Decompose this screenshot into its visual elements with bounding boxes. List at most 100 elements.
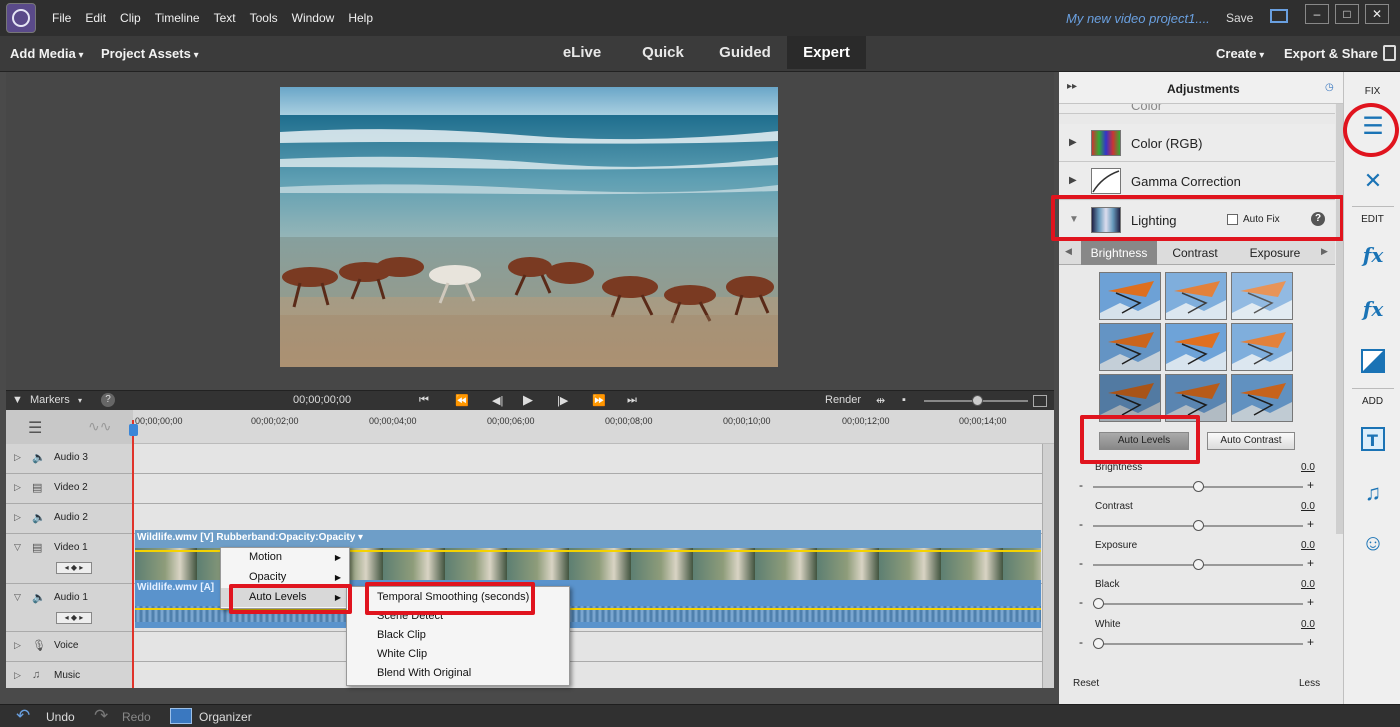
collapse-icon[interactable]: ▼ xyxy=(12,394,23,406)
menu-item-opacity[interactable]: Opacity ▶ xyxy=(221,568,349,587)
menu-item-auto-levels[interactable]: Auto Levels ▶ xyxy=(221,588,349,607)
slider-track[interactable] xyxy=(1093,598,1303,609)
keyframe-nav[interactable]: ◂ ◆ ▸ xyxy=(56,562,92,574)
transitions-icon[interactable] xyxy=(1358,348,1388,378)
menu-file[interactable]: File xyxy=(52,11,71,25)
decrease-icon[interactable]: - xyxy=(1079,517,1083,531)
applied-effects-icon[interactable]: fx xyxy=(1358,240,1388,270)
reset-button[interactable]: Reset xyxy=(1073,678,1099,689)
slider-track[interactable] xyxy=(1093,520,1303,531)
decrease-icon[interactable]: - xyxy=(1079,595,1083,609)
decrease-icon[interactable]: - xyxy=(1079,478,1083,492)
timeline-scrollbar-v[interactable] xyxy=(1042,444,1054,688)
subtab-scroll-left-icon[interactable]: ◀ xyxy=(1065,246,1072,257)
increase-icon[interactable]: + xyxy=(1307,635,1314,649)
track-settings-icon[interactable]: ☰ xyxy=(28,418,42,438)
preset-thumbnail[interactable] xyxy=(1231,323,1293,371)
organizer-icon[interactable] xyxy=(170,708,192,724)
fit-icon[interactable]: ⇹ xyxy=(876,394,885,407)
slider-value[interactable]: 0.0 xyxy=(1301,501,1315,512)
slider-value[interactable]: 0.0 xyxy=(1301,540,1315,551)
zoom-slider-knob[interactable] xyxy=(972,395,983,406)
expand-icon[interactable]: ▶ xyxy=(1069,175,1077,186)
titles-icon[interactable]: T xyxy=(1358,426,1388,456)
markers-dropdown-icon[interactable]: ▾ xyxy=(78,396,82,405)
preset-thumbnail[interactable] xyxy=(1165,272,1227,320)
menu-item-blend-with-original[interactable]: Blend With Original xyxy=(347,664,569,683)
increase-icon[interactable]: + xyxy=(1307,595,1314,609)
preset-thumbnail[interactable] xyxy=(1099,323,1161,371)
expand-icon[interactable]: ▷ xyxy=(14,452,21,463)
increase-icon[interactable]: + xyxy=(1307,517,1314,531)
adjustments-icon[interactable]: ☰ xyxy=(1358,112,1388,142)
lighting-help-icon[interactable]: ? xyxy=(1311,212,1325,226)
slider-knob[interactable] xyxy=(1093,638,1104,649)
tab-expert[interactable]: Expert xyxy=(787,36,866,69)
preset-thumbnail[interactable] xyxy=(1099,272,1161,320)
menu-timeline[interactable]: Timeline xyxy=(155,11,200,25)
tab-exposure[interactable]: Exposure xyxy=(1235,241,1315,265)
adjustment-color-rgb[interactable]: ▶ Color (RGB) xyxy=(1059,124,1335,162)
decrease-icon[interactable]: - xyxy=(1079,556,1083,570)
adjustment-lighting[interactable]: ▼ Lighting Auto Fix ? xyxy=(1059,201,1335,239)
export-share-button[interactable]: Export & Share xyxy=(1284,46,1378,61)
minimize-button[interactable]: – xyxy=(1305,4,1329,24)
tab-guided[interactable]: Guided xyxy=(708,36,782,69)
zoom-slider[interactable] xyxy=(924,395,1028,406)
zoom-out-icon[interactable]: ▪ xyxy=(902,394,906,406)
slider-value[interactable]: 0.0 xyxy=(1301,619,1315,630)
play-icon[interactable]: ▶ xyxy=(523,392,533,408)
time-ruler[interactable]: 00;00;00;00 00;00;02;00 00;00;04;00 00;0… xyxy=(133,410,1054,444)
tab-quick[interactable]: Quick xyxy=(630,36,696,69)
slider-track[interactable] xyxy=(1093,638,1303,649)
expand-icon[interactable]: ▷ xyxy=(14,482,21,493)
redo-icon[interactable]: ↷ xyxy=(94,706,108,726)
goto-end-icon[interactable]: ⏭ xyxy=(627,394,637,407)
slider-track[interactable] xyxy=(1093,481,1303,492)
menu-edit[interactable]: Edit xyxy=(85,11,106,25)
save-button[interactable]: Save xyxy=(1226,11,1253,25)
graphics-icon[interactable]: ☺ xyxy=(1358,528,1388,558)
effects-icon[interactable]: fx xyxy=(1358,294,1388,324)
increase-icon[interactable]: + xyxy=(1307,556,1314,570)
slider-knob[interactable] xyxy=(1192,520,1204,531)
menu-window[interactable]: Window xyxy=(292,11,335,25)
increase-icon[interactable]: + xyxy=(1307,478,1314,492)
tab-brightness[interactable]: Brightness xyxy=(1081,241,1157,265)
menu-item-white-clip[interactable]: White Clip xyxy=(347,645,569,664)
menu-item-black-clip[interactable]: Black Clip xyxy=(347,626,569,645)
panel-collapse-icon[interactable]: ▸▸ xyxy=(1067,81,1077,92)
playhead[interactable] xyxy=(132,420,134,688)
render-button[interactable]: Render xyxy=(825,394,861,406)
auto-fix-checkbox[interactable] xyxy=(1227,214,1238,225)
add-media-button[interactable]: Add Media xyxy=(10,46,84,61)
preset-thumbnail[interactable] xyxy=(1165,323,1227,371)
auto-levels-button[interactable]: Auto Levels xyxy=(1099,432,1189,450)
preset-thumbnail[interactable] xyxy=(1231,272,1293,320)
slider-value[interactable]: 0.0 xyxy=(1301,462,1315,473)
menu-tools[interactable]: Tools xyxy=(250,11,278,25)
auto-contrast-button[interactable]: Auto Contrast xyxy=(1207,432,1295,450)
step-back-icon[interactable]: ⏪ xyxy=(455,394,469,407)
slider-knob[interactable] xyxy=(1192,481,1204,492)
close-button[interactable]: ✕ xyxy=(1365,4,1389,24)
adjustment-color[interactable]: Color xyxy=(1059,104,1335,114)
menu-text[interactable]: Text xyxy=(214,11,236,25)
export-share-icon[interactable] xyxy=(1383,45,1396,61)
expand-icon[interactable]: ▷ xyxy=(14,512,21,523)
preset-thumbnail[interactable] xyxy=(1099,374,1161,422)
decrease-icon[interactable]: - xyxy=(1079,635,1083,649)
menu-clip[interactable]: Clip xyxy=(120,11,141,25)
redo-button[interactable]: Redo xyxy=(122,710,151,724)
preset-thumbnail[interactable] xyxy=(1231,374,1293,422)
subtab-scroll-right-icon[interactable]: ▶ xyxy=(1321,246,1328,257)
slider-track[interactable] xyxy=(1093,559,1303,570)
collapse-icon[interactable]: ▽ xyxy=(14,592,21,603)
project-assets-button[interactable]: Project Assets xyxy=(101,46,199,61)
help-icon[interactable]: ? xyxy=(101,393,115,407)
frame-back-icon[interactable]: ◀| xyxy=(492,394,503,407)
keyframe-nav[interactable]: ◂ ◆ ▸ xyxy=(56,612,92,624)
tab-contrast[interactable]: Contrast xyxy=(1157,241,1233,265)
collapse-icon[interactable]: ▽ xyxy=(14,542,21,553)
slider-knob[interactable] xyxy=(1192,559,1204,570)
